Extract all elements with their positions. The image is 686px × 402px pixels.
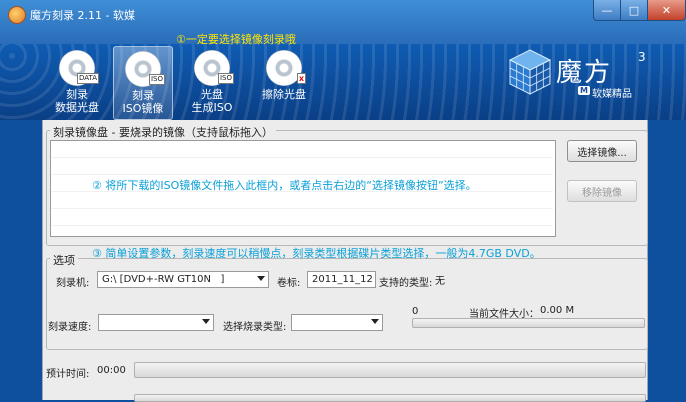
close-icon: ✕ <box>661 3 672 17</box>
burner-value: G:\ [DVD+-RW GT10N ] <box>102 274 225 285</box>
tool-label-line1: 刻录 <box>132 89 154 102</box>
image-group-label: 刻录镜像盘 - 要烧录的镜像（支持鼠标拖入） <box>50 124 276 140</box>
estimated-time-value: 00:00 <box>97 365 126 376</box>
remove-image-button[interactable]: 移除镜像 <box>567 180 637 202</box>
close-button[interactable]: ✕ <box>647 0 686 21</box>
maximize-icon: □ <box>628 3 640 17</box>
total-progress-bar <box>134 362 646 378</box>
list-row-line <box>51 174 553 175</box>
hint-drag-image: ② 将所下载的ISO镜像文件拖入此框内，或者点击右边的“选择镜像按钮”选择。 <box>92 179 477 192</box>
burner-select[interactable]: G:\ [DVD+-RW GT10N ] <box>97 271 269 288</box>
minimize-icon: — <box>601 3 613 17</box>
burner-label: 刻录机: <box>56 278 90 289</box>
disc-type-value: 无 <box>435 276 445 287</box>
rubiks-cube-icon <box>508 49 552 95</box>
chevron-down-icon <box>371 319 379 324</box>
minimize-button[interactable]: — <box>593 0 621 21</box>
burn-type-label: 选择烧录类型: <box>223 322 287 333</box>
chevron-down-icon <box>202 319 210 324</box>
tool-label-line2: 生成ISO <box>191 101 233 114</box>
hint-settings: ③ 简单设置参数，刻录速度可以稍慢点，刻录类型根据碟片类型选择，一般为4.7GB… <box>92 247 541 260</box>
list-row-line <box>51 157 553 158</box>
list-row-line <box>51 225 553 226</box>
logo-version: 3 <box>638 50 646 64</box>
list-row-line <box>51 208 553 209</box>
volume-label: 卷标: <box>277 278 301 289</box>
progress-caption: 0 <box>412 306 419 317</box>
erase-disc-icon: x <box>266 50 306 86</box>
tool-label-line2: ISO镜像 <box>122 102 164 115</box>
iso-generate-icon: ISO <box>194 50 234 86</box>
maximize-button[interactable]: □ <box>620 0 648 21</box>
file-size-value: 0.00 M <box>540 305 575 316</box>
tool-erase-disc[interactable]: x 擦除光盘 <box>255 46 313 118</box>
tool-label-line1: 光盘 <box>201 88 223 101</box>
burn-type-select[interactable] <box>291 314 383 331</box>
tool-label-line1: 擦除光盘 <box>262 88 306 101</box>
tool-burn-iso-image[interactable]: ISO 刻录 ISO镜像 <box>113 46 173 120</box>
tool-disc-to-iso[interactable]: ISO 光盘 生成ISO <box>183 46 241 118</box>
burn-speed-select[interactable] <box>98 314 214 331</box>
select-image-button[interactable]: 选择镜像... <box>567 140 637 162</box>
window-title: 魔方刻录 2.11 - 软媒 <box>30 9 135 22</box>
hint-select-iso: ①一定要选择镜像刻录哦 <box>176 33 296 46</box>
app-logo-icon <box>8 6 26 24</box>
data-disc-icon: DATA <box>59 50 99 86</box>
tool-label-line1: 刻录 <box>66 88 88 101</box>
tool-burn-data-disc[interactable]: DATA 刻录 数据光盘 <box>48 46 106 118</box>
chevron-down-icon <box>257 276 265 281</box>
estimated-time-label: 预计时间: <box>46 369 90 380</box>
file-progress-bar <box>412 318 645 328</box>
logo-name: 魔方 <box>556 58 613 88</box>
secondary-progress-bar <box>134 394 646 402</box>
iso-disc-icon: ISO <box>125 51 165 87</box>
tool-label-line2: 数据光盘 <box>55 101 99 114</box>
logo-badge: M <box>578 86 590 95</box>
options-group-label: 选项 <box>50 252 78 268</box>
disc-type-label: 支持的类型: <box>379 278 433 289</box>
burn-speed-label: 刻录速度: <box>48 322 92 333</box>
volume-input[interactable]: 2011_11_12 <box>307 271 376 288</box>
logo-subtitle: 软媒精品 <box>592 89 632 100</box>
